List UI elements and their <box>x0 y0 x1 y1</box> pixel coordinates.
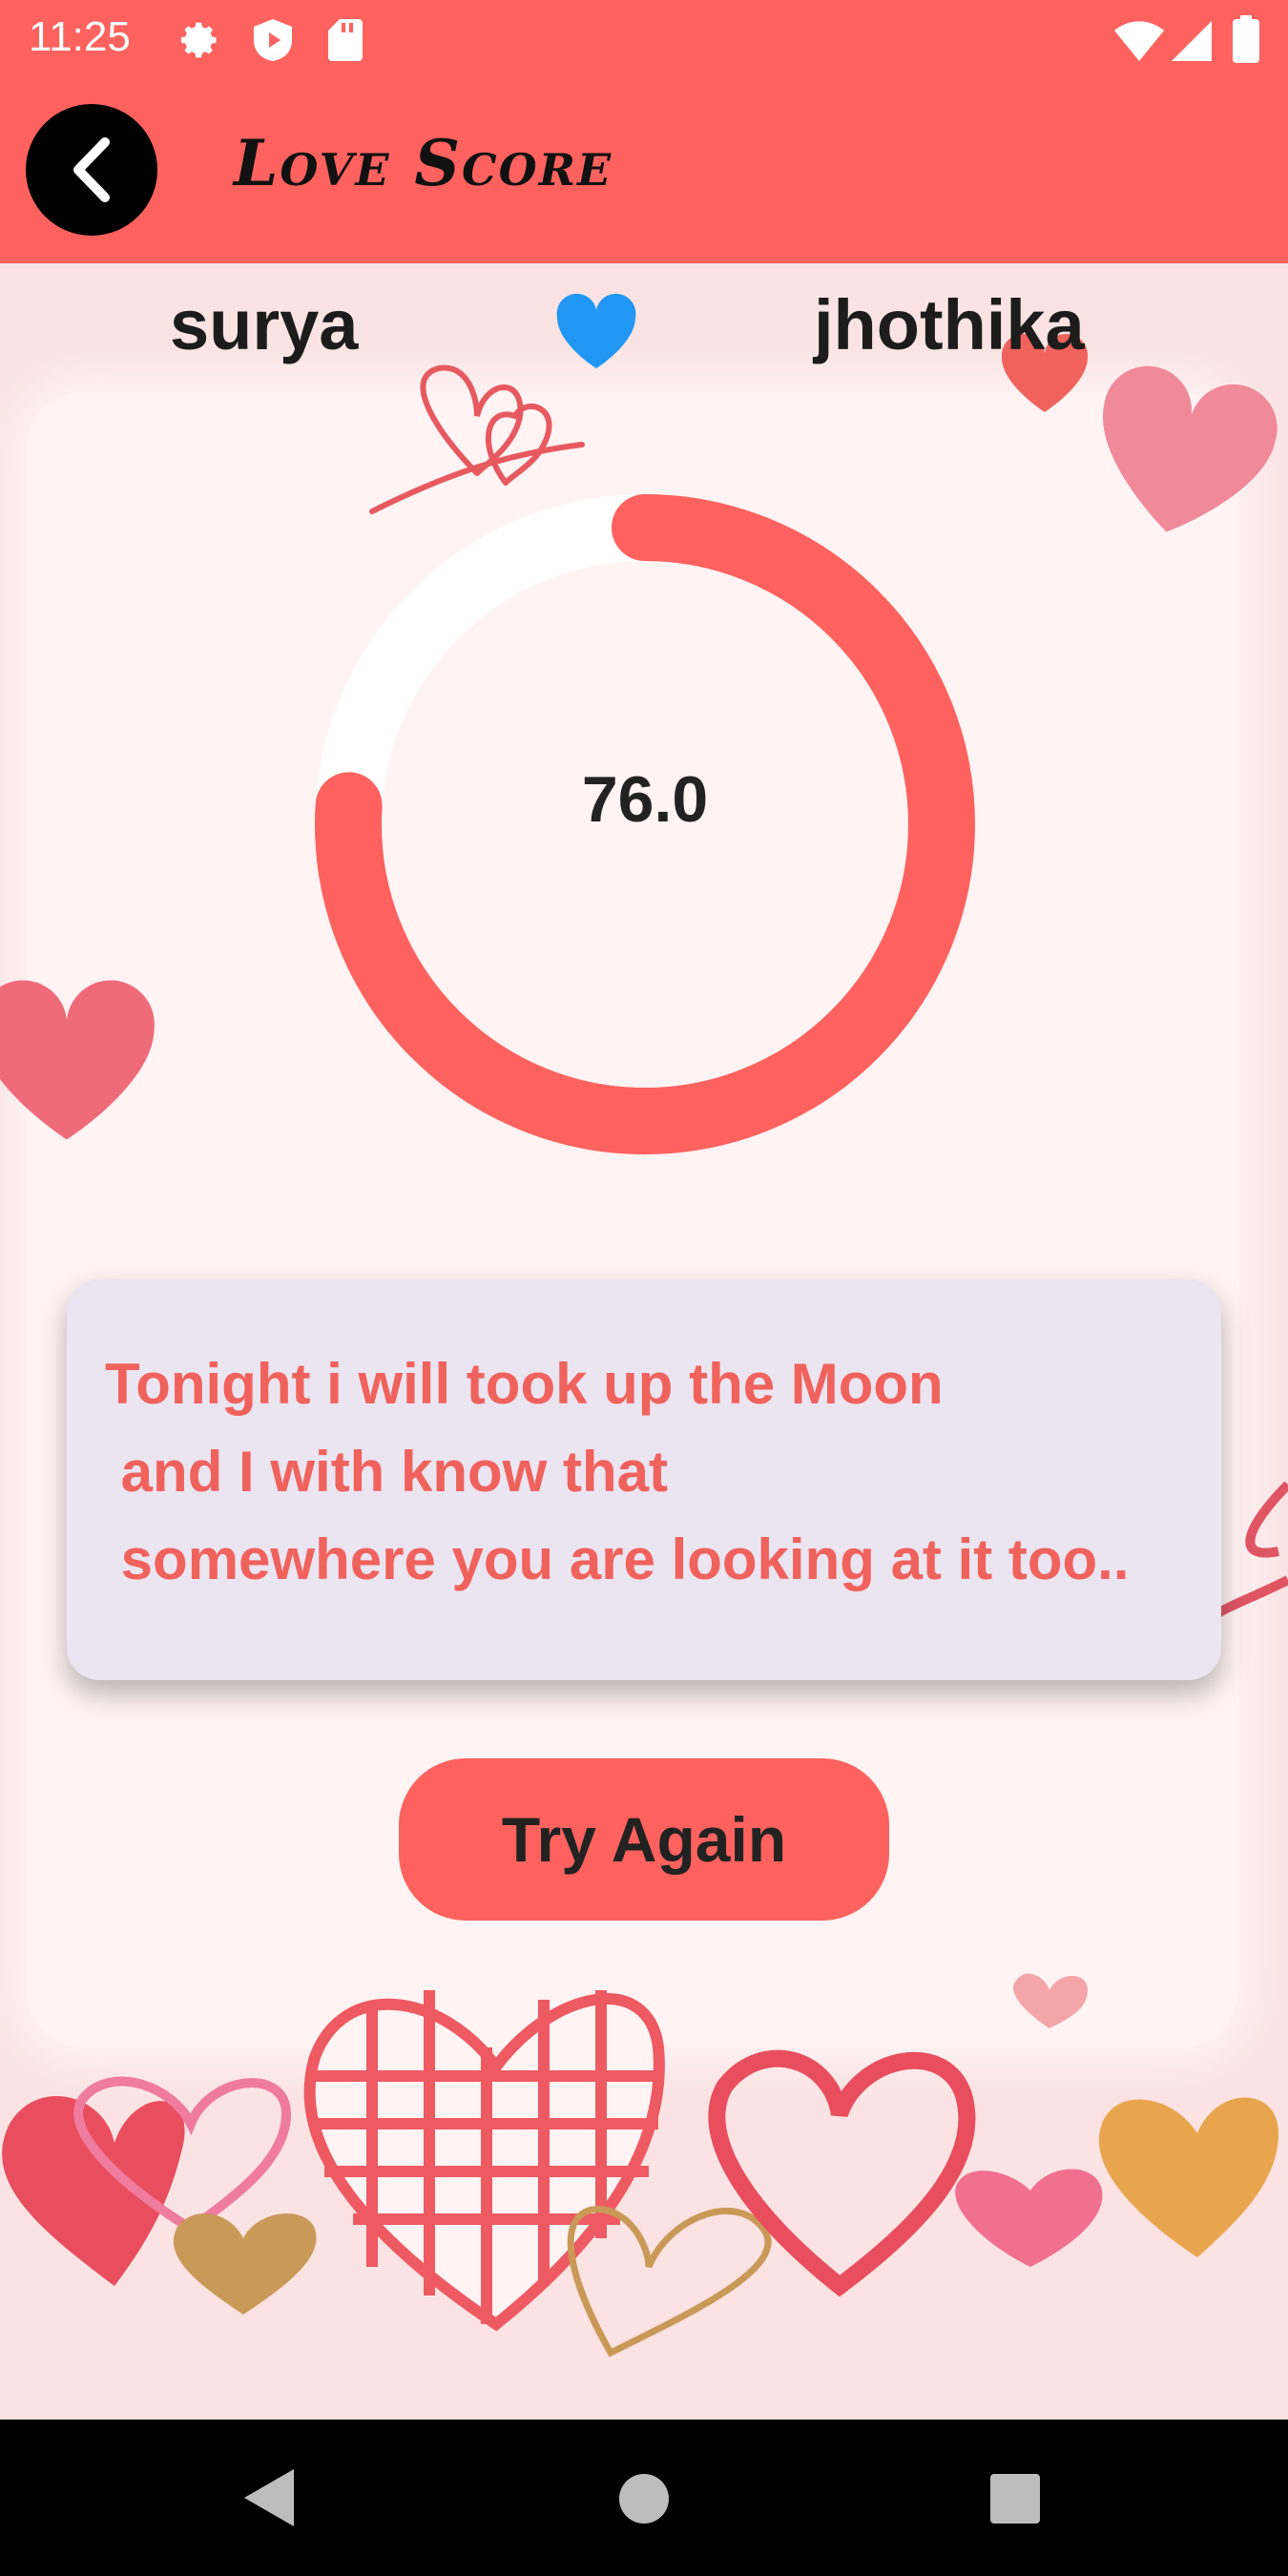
quote-line-2: and I with know that <box>105 1440 668 1504</box>
heart-scribble-decoration <box>1212 1481 1288 1618</box>
app-bar: Love Score <box>0 84 1288 263</box>
try-again-button[interactable]: Try Again <box>399 1758 889 1921</box>
settings-icon <box>180 22 217 58</box>
wifi-icon <box>1114 21 1164 61</box>
status-time: 11:25 <box>29 13 131 60</box>
back-icon[interactable] <box>244 2469 294 2526</box>
signal-icon <box>1172 21 1212 61</box>
quote-card: Tonight i will took up the Moon and I wi… <box>67 1279 1221 1680</box>
sd-card-icon <box>328 19 363 61</box>
navigation-bar <box>0 2420 1288 2576</box>
heart-decoration <box>0 980 155 1140</box>
main-content: surya jhothika 76.0 Tonight i will took … <box>0 263 1288 2420</box>
back-button[interactable] <box>26 104 157 236</box>
back-arrow-icon <box>73 137 110 202</box>
page-title: Love Score <box>234 126 613 200</box>
battery-icon <box>1233 15 1259 63</box>
play-protect-icon <box>254 19 292 61</box>
score-value: 76.0 <box>581 763 709 836</box>
heart-decoration <box>1102 365 1278 532</box>
quote-line-1: Tonight i will took up the Moon <box>105 1352 944 1416</box>
second-name: jhothika <box>814 285 1085 364</box>
first-name: surya <box>170 285 359 364</box>
quote-line-3: somewhere you are looking at it too.. <box>105 1527 1130 1591</box>
status-bar: 11:25 <box>0 0 1288 84</box>
home-icon[interactable] <box>619 2474 669 2524</box>
recents-icon[interactable] <box>990 2474 1040 2524</box>
heart-cluster-decoration <box>2 1973 1278 2358</box>
heart-icon <box>556 293 636 369</box>
